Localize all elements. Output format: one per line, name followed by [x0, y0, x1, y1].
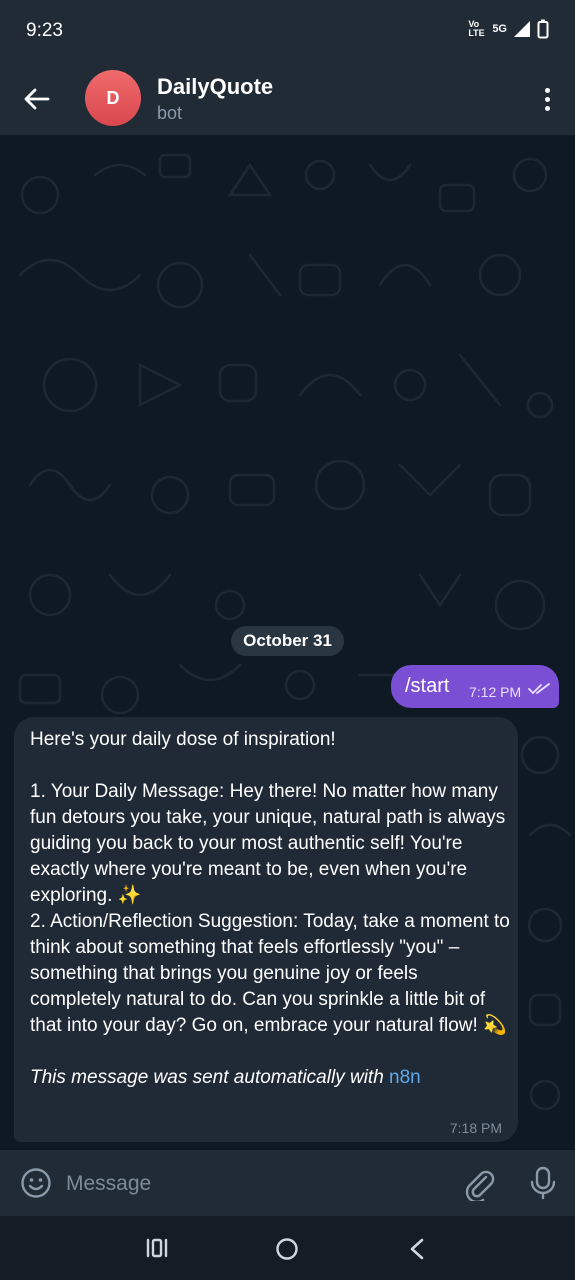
n8n-link[interactable]: n8n	[389, 1067, 421, 1088]
status-bar: 9:23 Vo LTE 5G	[0, 0, 575, 62]
status-time: 9:23	[26, 20, 63, 41]
network-type: 5G	[492, 23, 507, 35]
incoming-message[interactable]: Here's your daily dose of inspiration! 1…	[14, 717, 518, 1142]
voice-message-button[interactable]	[530, 1166, 556, 1205]
paperclip-icon	[465, 1170, 495, 1204]
message-input[interactable]	[64, 1168, 448, 1200]
home-button[interactable]	[275, 1237, 299, 1266]
recent-apps-icon	[146, 1238, 168, 1258]
battery-icon	[537, 19, 549, 39]
message-item-1: 1. Your Daily Message: Hey there! No mat…	[30, 781, 506, 906]
system-back-button[interactable]	[408, 1238, 426, 1265]
system-navigation-bar	[0, 1216, 575, 1280]
chat-subtitle: bot	[157, 103, 183, 123]
incoming-message-time: 7:18 PM	[449, 1120, 502, 1136]
chat-header: D DailyQuote bot	[0, 62, 575, 135]
date-separator: October 31	[231, 626, 344, 656]
message-input-bar	[0, 1150, 575, 1216]
emoji-button[interactable]	[20, 1167, 52, 1204]
microphone-icon	[530, 1166, 556, 1200]
read-checkmarks-icon	[528, 683, 550, 694]
back-button[interactable]	[18, 80, 56, 118]
chat-title[interactable]: DailyQuote	[157, 74, 273, 100]
back-arrow-icon	[24, 88, 50, 110]
emoji-icon	[21, 1168, 51, 1198]
outgoing-message-text: /start	[405, 675, 450, 697]
home-icon	[276, 1238, 298, 1260]
message-footer: This message was sent automatically with…	[30, 1065, 512, 1091]
chat-area: October 31 /start 7:12 PM Here's your da…	[0, 135, 575, 1150]
avatar-letter: D	[106, 87, 120, 108]
recent-apps-button[interactable]	[146, 1238, 168, 1263]
network-label: Vo LTE	[468, 19, 485, 38]
more-options-button[interactable]	[535, 80, 559, 118]
signal-icon	[514, 21, 530, 37]
message-item-2: 2. Action/Reflection Suggestion: Today, …	[30, 911, 510, 1036]
message-intro: Here's your daily dose of inspiration!	[30, 729, 336, 750]
attach-button[interactable]	[462, 1167, 496, 1206]
more-vertical-icon	[544, 87, 550, 93]
avatar[interactable]: D	[85, 70, 141, 126]
back-icon	[410, 1238, 424, 1260]
incoming-message-body: Here's your daily dose of inspiration! 1…	[30, 727, 512, 1091]
message-footer-text: This message was sent automatically with	[30, 1067, 390, 1088]
outgoing-message[interactable]: /start 7:12 PM	[391, 665, 559, 708]
outgoing-message-time: 7:12 PM	[469, 684, 522, 700]
status-icons: Vo LTE 5G	[468, 19, 549, 39]
